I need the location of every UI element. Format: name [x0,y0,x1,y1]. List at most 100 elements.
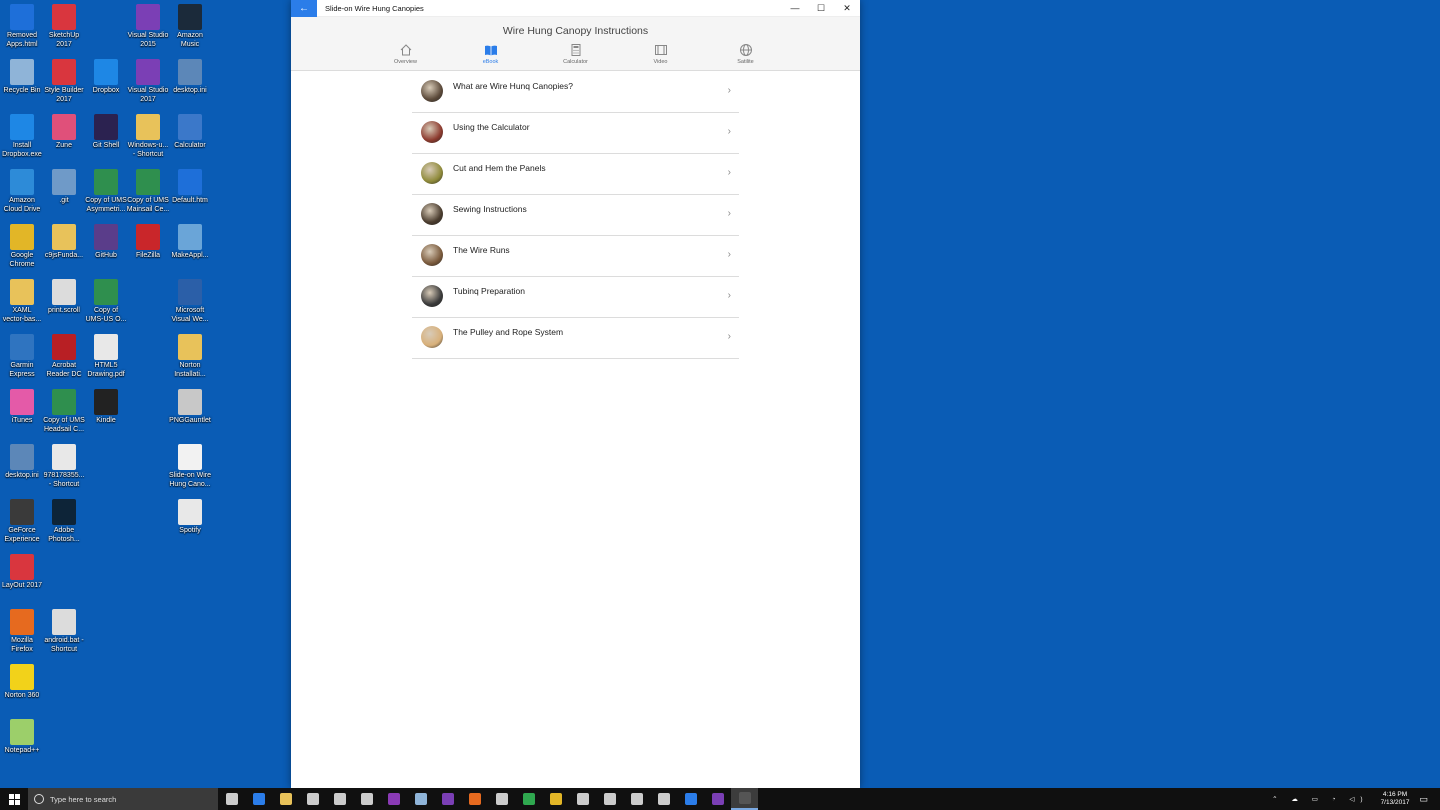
desktop-icon[interactable]: desktop.ini [0,444,44,481]
desktop-icon[interactable]: Default.htm [168,169,212,206]
desktop-icon[interactable]: LayOut 2017 [0,554,44,591]
taskbar-glyph [252,793,265,805]
desktop-icon[interactable]: Calculator [168,114,212,151]
desktop-icon[interactable]: Dropbox [84,59,128,96]
edge-icon[interactable] [245,788,272,810]
chapter-title: The Wire Runs [453,245,510,255]
minimize-button[interactable]: — [782,0,808,17]
chrome-icon[interactable] [542,788,569,810]
list-item[interactable]: Using the Calculator › [412,113,739,154]
desktop-icon[interactable]: Git Shell [84,114,128,151]
desktop-icon[interactable]: Copy of UMS Headsail C... [42,389,86,434]
store-icon[interactable] [299,788,326,810]
desktop-icon[interactable]: 978178355... - Shortcut [42,444,86,489]
desktop-icon[interactable]: iTunes [0,389,44,426]
desktop-icon[interactable]: PNGGauntlet [168,389,212,426]
desktop-icon[interactable]: Acrobat Reader DC [42,334,86,379]
desktop-icon[interactable]: Mozilla Firefox [0,609,44,654]
desktop-icon-label: c9jsFunda... [44,252,84,259]
app5-icon[interactable] [677,788,704,810]
desktop-icon[interactable]: XAML vector-bas... [0,279,44,324]
desktop-icon[interactable]: Microsoft Visual We... [168,279,212,324]
desktop-icon[interactable]: .git [42,169,86,206]
desktop-icon[interactable]: SketchUp 2017 [42,4,86,49]
onenote-icon[interactable] [380,788,407,810]
desktop-icon[interactable]: GeForce Experience [0,499,44,544]
desktop-icon[interactable]: android.bat - Shortcut [42,609,86,654]
desktop-icon[interactable]: MakeAppl... [168,224,212,261]
desktop-icon-image [94,334,118,360]
desktop-icon[interactable]: Windows-u... - Shortcut [126,114,170,159]
desktop-icon[interactable]: c9jsFunda... [42,224,86,261]
desktop-icon[interactable]: desktop.ini [168,59,212,96]
list-item[interactable]: Tubinq Preparation › [412,277,739,318]
visual-studio-icon[interactable] [434,788,461,810]
file-explorer-icon[interactable] [272,788,299,810]
firefox-icon[interactable] [461,788,488,810]
desktop-icon[interactable]: Slide-on Wire Hung Cano... [168,444,212,489]
tray-icons[interactable]: ⌃ ☁ ▭ ◔ ◁) [1272,795,1368,803]
action-center-icon[interactable]: ▭ [1419,794,1428,805]
groove-icon[interactable] [353,788,380,810]
desktop-icon-label: Visual Studio 2015 [127,32,169,48]
taskbar-search[interactable]: Type here to search [28,788,218,810]
desktop-icon-image [52,114,76,140]
app2-icon[interactable] [596,788,623,810]
desktop-icon[interactable]: Removed Apps.html [0,4,44,49]
desktop-icon[interactable]: HTML5 Drawing.pdf [84,334,128,379]
desktop-icon[interactable]: Garmin Express [0,334,44,379]
desktop-icon[interactable]: Notepad++ [0,719,44,756]
desktop-icon-image [10,169,34,195]
desktop-icon[interactable]: Spotify [168,499,212,536]
list-item[interactable]: Sewing Instructions › [412,195,739,236]
desktop-icon[interactable]: Kindle [84,389,128,426]
desktop-icon[interactable]: Zune [42,114,86,151]
visual-studio-2-icon[interactable] [704,788,731,810]
tab-overview[interactable]: Overview [363,43,448,70]
tab-ebook[interactable]: eBook [448,43,533,70]
desktop-icon[interactable]: Copy of UMS Mainsail Ce... [126,169,170,214]
clock[interactable]: 4:16 PM 7/13/2017 [1381,791,1410,807]
desktop-icon[interactable]: Install Dropbox.exe [0,114,44,159]
chrome-ext-icon[interactable] [515,788,542,810]
desktop-icon[interactable]: Recycle Bin [0,59,44,96]
tab-label: Calculator [563,59,588,65]
mail-icon[interactable] [326,788,353,810]
app-icon[interactable] [407,788,434,810]
tab-satilite[interactable]: Satilite [703,43,788,70]
list-item[interactable]: The Wire Runs › [412,236,739,277]
back-button[interactable]: ← [291,0,317,17]
desktop-icon[interactable]: FileZilla [126,224,170,261]
app4-icon[interactable] [650,788,677,810]
desktop-icon[interactable]: Norton Installati... [168,334,212,379]
close-button[interactable]: ✕ [834,0,860,17]
list-item[interactable]: The Pulley and Rope System › [412,318,739,359]
list-item[interactable]: What are Wire Hunq Canopies? › [412,72,739,113]
tab-video[interactable]: Video [618,43,703,70]
desktop-icon[interactable]: Norton 360 [0,664,44,701]
task-view-icon[interactable] [218,788,245,810]
desktop-icon[interactable]: Copy of UMS Asymmetri... [84,169,128,214]
taskbar-apps [218,788,758,810]
desktop-icon[interactable]: Adobe Photosh... [42,499,86,544]
active-app-icon[interactable] [731,788,758,810]
start-button[interactable] [0,788,28,810]
desktop-icon[interactable]: Visual Studio 2015 [126,4,170,49]
desktop-icon[interactable]: Google Chrome [0,224,44,269]
desktop-icon[interactable]: Visual Studio 2017 [126,59,170,104]
desktop-icon[interactable]: Style Builder 2017 [42,59,86,104]
tab-calculator[interactable]: Calculator [533,43,618,70]
desktop-icon-image [52,279,76,305]
app3-icon[interactable] [623,788,650,810]
list-item[interactable]: Cut and Hem the Panels › [412,154,739,195]
calculator-icon[interactable] [569,788,596,810]
desktop-icon[interactable]: Amazon Music [168,4,212,49]
maximize-button[interactable]: ☐ [808,0,834,17]
desktop-icon[interactable]: Amazon Cloud Drive [0,169,44,214]
desktop-icon[interactable]: Copy of UMS-US O... [84,279,128,324]
taskbar-glyph [684,793,697,805]
desktop-icon[interactable]: print.scroll [42,279,86,316]
media-icon[interactable] [488,788,515,810]
desktop-icon[interactable]: GitHub [84,224,128,261]
chevron-right-icon: › [727,208,731,219]
